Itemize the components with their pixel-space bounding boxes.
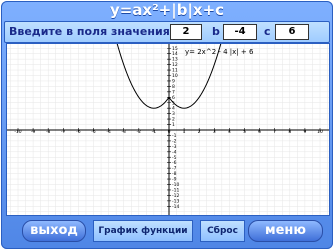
x-tick-label: 1 (183, 129, 186, 135)
x-tick-label: 8 (288, 129, 291, 135)
x-tick-label: -5 (91, 129, 96, 135)
y-tick-label: 10 (172, 73, 178, 79)
y-tick-label: 6 (172, 95, 175, 101)
y-tick-label: -4 (172, 149, 177, 155)
y-tick-label: -10 (172, 182, 179, 188)
y-tick-label: 9 (172, 78, 175, 84)
y-tick-label: -9 (172, 177, 177, 183)
y-tick-label: -14 (172, 204, 179, 210)
y-tick-label: -6 (172, 160, 177, 166)
y-tick-label: -5 (172, 155, 177, 161)
y-tick-label: 4 (172, 106, 175, 112)
reset-button[interactable]: Сброс (200, 220, 245, 242)
c-label: c (264, 25, 271, 38)
menu-button[interactable]: меню (248, 220, 323, 242)
y-tick-label: 12 (172, 62, 178, 68)
y-tick-label: -1 (172, 133, 177, 139)
y-tick-label: 14 (172, 51, 178, 57)
a-input[interactable]: 2 (170, 24, 202, 40)
app-window: y=ax²+|b|x+c Введите в поля значения а 2… (1, 1, 333, 249)
x-tick-label: -6 (76, 129, 81, 135)
y-tick-label: -13 (172, 198, 179, 204)
x-tick-label: 2 (198, 129, 201, 135)
plot-button[interactable]: График функции (93, 220, 193, 242)
x-tick-label: 5 (243, 129, 246, 135)
y-tick-label: -2 (172, 138, 177, 144)
c-input[interactable]: 6 (275, 24, 309, 40)
x-tick-label: -3 (121, 129, 126, 135)
x-tick-label: -9 (31, 129, 36, 135)
x-tick-label: -4 (106, 129, 111, 135)
b-input[interactable]: -4 (223, 24, 257, 40)
x-tick-label: 10 (317, 129, 323, 135)
y-tick-label: -7 (172, 166, 177, 172)
y-tick-label: -12 (172, 193, 179, 199)
y-tick-label: 2 (172, 117, 175, 123)
y-tick-label: -3 (172, 144, 177, 150)
x-tick-label: -8 (46, 129, 51, 135)
x-tick-label: 7 (273, 129, 276, 135)
y-tick-label: 15 (172, 46, 178, 52)
y-tick-label: -11 (172, 187, 179, 193)
x-tick-label: -7 (61, 129, 66, 135)
y-tick-label: 3 (172, 111, 175, 117)
x-tick-label: -2 (137, 129, 142, 135)
equation-label: y= 2x^2 - 4 |x| + 6 (185, 48, 254, 56)
y-tick-label: 1 (172, 122, 175, 128)
b-label: b (212, 25, 220, 38)
graph-canvas: -10 -9 -8 -7 -6 -5 -4 -3 -2 -1 0 1 2 3 4 5 6 7 8 9 101514131… (7, 39, 329, 215)
x-tick-label: -10 (14, 129, 21, 135)
y-tick-label: 11 (172, 68, 178, 74)
graph-area: -10 -9 -8 -7 -6 -5 -4 -3 -2 -1 0 1 2 3 4 5 6 7 8 9 10 15 14 13 1… (6, 39, 330, 216)
x-tick-label: -1 (152, 129, 157, 135)
exit-button[interactable]: выход (22, 220, 86, 242)
y-tick-label: -8 (172, 171, 177, 177)
prompt-label: Введите в поля значения а (9, 25, 182, 38)
x-tick-label: 6 (258, 129, 261, 135)
y-tick-label: 13 (172, 57, 178, 63)
y-tick-label: 7 (172, 89, 175, 95)
y-tick-label: 8 (172, 84, 175, 90)
app-title: y=ax²+|b|x+c (109, 1, 225, 19)
x-tick-label: 3 (213, 129, 216, 135)
x-tick-label: 9 (303, 129, 306, 135)
x-tick-label: 4 (228, 129, 231, 135)
parameter-bar: Введите в поля значения а 2 b -4 c 6 (4, 21, 330, 43)
